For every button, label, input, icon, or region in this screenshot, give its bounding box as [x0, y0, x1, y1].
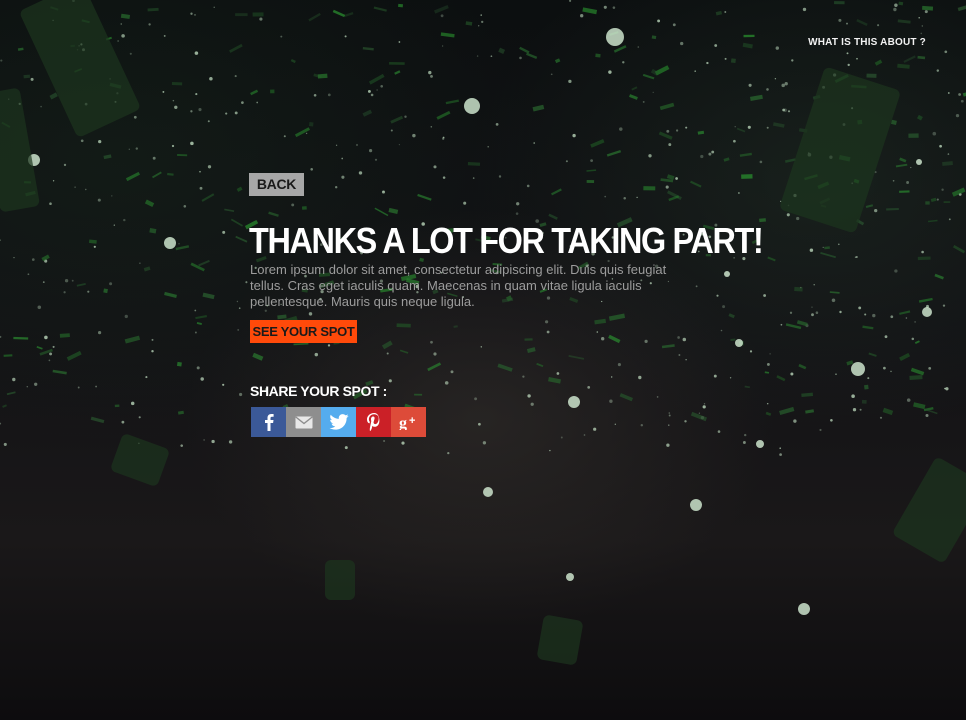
see-your-spot-button[interactable]: SEE YOUR SPOT	[250, 320, 357, 343]
share-facebook-button[interactable]	[251, 407, 286, 437]
what-is-this-about-link[interactable]: WHAT IS THIS ABOUT ?	[808, 37, 926, 48]
share-buttons: g +	[251, 407, 699, 437]
google-plus-icon: g +	[399, 414, 419, 430]
share-email-button[interactable]	[286, 407, 321, 437]
share-label: SHARE YOUR SPOT :	[250, 383, 387, 399]
share-google-plus-button[interactable]: g +	[391, 407, 426, 437]
svg-text:+: +	[409, 415, 415, 427]
back-button[interactable]: BACK	[249, 173, 304, 196]
description-text: Lorem ipsum dolor sit amet, consectetur …	[250, 262, 667, 309]
share-twitter-button[interactable]	[321, 407, 356, 437]
pinterest-icon	[366, 413, 381, 431]
email-icon	[294, 415, 313, 429]
svg-text:g: g	[399, 415, 407, 430]
page-title: THANKS A LOT FOR TAKING PART!	[249, 220, 764, 261]
twitter-icon	[328, 414, 349, 430]
facebook-icon	[264, 413, 274, 431]
share-pinterest-button[interactable]	[356, 407, 391, 437]
thanks-panel: BACK THANKS A LOT FOR TAKING PART! Lorem…	[249, 173, 764, 437]
